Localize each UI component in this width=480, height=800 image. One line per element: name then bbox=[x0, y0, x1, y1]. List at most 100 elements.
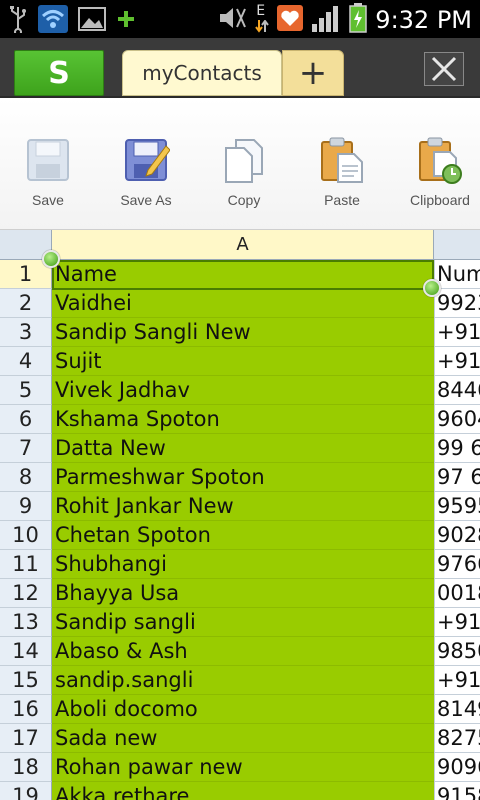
data-transfer-icon: E bbox=[255, 3, 270, 35]
table-row: 5Vivek Jadhav8446 bbox=[0, 376, 480, 405]
cell-number[interactable]: Num bbox=[434, 260, 480, 289]
row-header[interactable]: 6 bbox=[0, 405, 52, 434]
cell-number[interactable]: 9850 bbox=[434, 637, 480, 666]
row-header[interactable]: 3 bbox=[0, 318, 52, 347]
cell-number[interactable]: 8149 bbox=[434, 695, 480, 724]
mute-icon bbox=[217, 5, 247, 35]
column-header-row: A bbox=[0, 230, 480, 260]
save-as-button[interactable]: Save As bbox=[98, 136, 194, 216]
cell-name[interactable]: Abaso & Ash bbox=[52, 637, 434, 666]
clipboard-button[interactable]: Clipboard bbox=[392, 136, 480, 216]
table-row: 3Sandip Sangli New+918 bbox=[0, 318, 480, 347]
row-header[interactable]: 19 bbox=[0, 782, 52, 800]
cell-name[interactable]: Vivek Jadhav bbox=[52, 376, 434, 405]
paste-icon bbox=[321, 137, 363, 183]
selection-handle-top-left[interactable] bbox=[42, 250, 60, 268]
selection-handle-bottom-right[interactable] bbox=[423, 279, 441, 297]
cell-number[interactable]: 9158 bbox=[434, 782, 480, 800]
table-row: 19Akka rethare9158 bbox=[0, 782, 480, 800]
paste-label: Paste bbox=[324, 192, 360, 208]
table-row: 18Rohan pawar new9096 bbox=[0, 753, 480, 782]
cell-number[interactable]: 99 6 bbox=[434, 434, 480, 463]
signal-icon bbox=[311, 4, 341, 36]
cell-name[interactable]: Kshama Spoton bbox=[52, 405, 434, 434]
row-header[interactable]: 5 bbox=[0, 376, 52, 405]
row-header[interactable]: 12 bbox=[0, 579, 52, 608]
column-header-b[interactable] bbox=[434, 230, 480, 260]
row-header[interactable]: 10 bbox=[0, 521, 52, 550]
table-row: 2Vaidhei9923 bbox=[0, 289, 480, 318]
cell-number[interactable]: 8275 bbox=[434, 724, 480, 753]
clipboard-label: Clipboard bbox=[410, 192, 470, 208]
row-header[interactable]: 18 bbox=[0, 753, 52, 782]
app-logo-button[interactable]: S bbox=[14, 50, 104, 96]
spreadsheet-grid[interactable]: A 1NameNum2Vaidhei99233Sandip Sangli New… bbox=[0, 230, 480, 800]
cell-name[interactable]: Datta New bbox=[52, 434, 434, 463]
table-row: 7 Datta New 99 6 bbox=[0, 434, 480, 463]
cell-number[interactable]: 9604 bbox=[434, 405, 480, 434]
cell-name[interactable]: Sada new bbox=[52, 724, 434, 753]
cell-name[interactable]: Sandip Sangli New bbox=[52, 318, 434, 347]
table-row: 6Kshama Spoton9604 bbox=[0, 405, 480, 434]
row-header[interactable]: 15 bbox=[0, 666, 52, 695]
cell-name[interactable]: Rohit Jankar New bbox=[52, 492, 434, 521]
row-header[interactable]: 11 bbox=[0, 550, 52, 579]
row-header[interactable]: 2 bbox=[0, 289, 52, 318]
tab-bar: S myContacts + bbox=[0, 38, 480, 98]
close-button[interactable] bbox=[424, 52, 464, 86]
save-button[interactable]: Save bbox=[0, 136, 96, 216]
cell-number[interactable]: 9595 bbox=[434, 492, 480, 521]
status-bar: E 9:32 PM bbox=[0, 0, 480, 38]
cell-name[interactable]: Sujit bbox=[52, 347, 434, 376]
gallery-icon bbox=[78, 7, 106, 35]
cell-name[interactable]: Chetan Spoton bbox=[52, 521, 434, 550]
cell-name[interactable]: Aboli docomo bbox=[52, 695, 434, 724]
row-header[interactable]: 4 bbox=[0, 347, 52, 376]
column-header-a[interactable]: A bbox=[52, 230, 434, 260]
cell-number[interactable]: +917 bbox=[434, 666, 480, 695]
row-header[interactable]: 9 bbox=[0, 492, 52, 521]
wifi-icon bbox=[38, 5, 68, 37]
cell-name[interactable]: Bhayya Usa bbox=[52, 579, 434, 608]
table-row: 9Rohit Jankar New9595 bbox=[0, 492, 480, 521]
row-header[interactable]: 16 bbox=[0, 695, 52, 724]
copy-button[interactable]: Copy bbox=[196, 136, 292, 216]
row-header[interactable]: 7 bbox=[0, 434, 52, 463]
cell-number[interactable]: 9028 bbox=[434, 521, 480, 550]
clock: 9:32 PM bbox=[375, 6, 472, 34]
table-row: 4Sujit+918 bbox=[0, 347, 480, 376]
cell-name[interactable]: Name bbox=[52, 260, 434, 289]
cell-number[interactable]: 97 6 bbox=[434, 463, 480, 492]
cell-number[interactable]: +918 bbox=[434, 318, 480, 347]
table-row: 10Chetan Spoton9028 bbox=[0, 521, 480, 550]
row-header[interactable]: 8 bbox=[0, 463, 52, 492]
cell-number[interactable]: 9923 bbox=[434, 289, 480, 318]
row-header[interactable]: 17 bbox=[0, 724, 52, 753]
tab-mycontacts[interactable]: myContacts bbox=[122, 50, 282, 96]
cell-name[interactable]: Akka rethare bbox=[52, 782, 434, 800]
cell-number[interactable]: +919 bbox=[434, 608, 480, 637]
cell-name[interactable]: Vaidhei bbox=[52, 289, 434, 318]
clipboard-icon bbox=[419, 137, 462, 184]
cell-name[interactable]: Rohan pawar new bbox=[52, 753, 434, 782]
close-icon bbox=[431, 56, 457, 82]
plus-icon bbox=[116, 9, 136, 33]
save-as-icon bbox=[125, 139, 170, 181]
cell-name[interactable]: Parmeshwar Spoton bbox=[52, 463, 434, 492]
cell-number[interactable]: 9096 bbox=[434, 753, 480, 782]
add-tab-button[interactable]: + bbox=[282, 50, 344, 96]
row-header[interactable]: 14 bbox=[0, 637, 52, 666]
cell-name[interactable]: Sandip sangli bbox=[52, 608, 434, 637]
cell-name[interactable]: sandip.sangli bbox=[52, 666, 434, 695]
cell-number[interactable]: 9766 bbox=[434, 550, 480, 579]
table-row: 13Sandip sangli+919 bbox=[0, 608, 480, 637]
cell-name[interactable]: Shubhangi bbox=[52, 550, 434, 579]
cell-number[interactable]: +918 bbox=[434, 347, 480, 376]
cell-number[interactable]: 8446 bbox=[434, 376, 480, 405]
paste-button[interactable]: Paste bbox=[294, 136, 390, 216]
save-as-label: Save As bbox=[120, 192, 172, 208]
table-row: 12Bhayya Usa0018 bbox=[0, 579, 480, 608]
cell-number[interactable]: 0018 bbox=[434, 579, 480, 608]
row-header[interactable]: 13 bbox=[0, 608, 52, 637]
table-row: 16Aboli docomo8149 bbox=[0, 695, 480, 724]
